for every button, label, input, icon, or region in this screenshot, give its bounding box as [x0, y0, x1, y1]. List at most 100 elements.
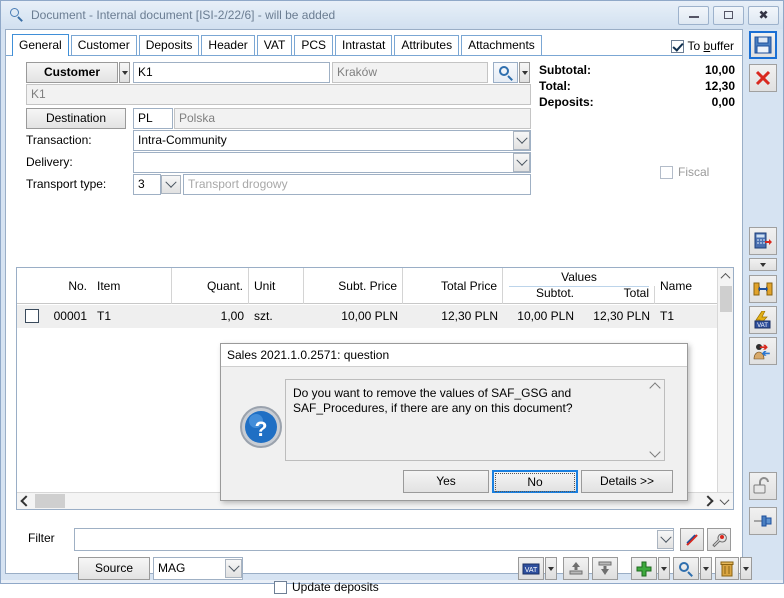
totals-panel: Subtotal: 10,00 Total: 12,30 Deposits: 0…	[539, 62, 735, 110]
chevron-down-icon	[121, 70, 128, 75]
tab-deposits[interactable]: Deposits	[138, 35, 200, 55]
transport-code-input[interactable]: 3	[133, 174, 161, 195]
export-button[interactable]	[563, 557, 589, 580]
update-deposits-checkbox[interactable]: Update deposits	[274, 580, 379, 594]
chevron-down-icon[interactable]	[649, 446, 661, 458]
grid-col-total-price[interactable]: Total Price	[403, 268, 503, 304]
destination-name-field: Polska	[174, 108, 531, 129]
delivery-select[interactable]	[133, 152, 531, 173]
export-up-icon	[569, 562, 583, 575]
customer-dropdown-button[interactable]	[119, 62, 130, 83]
delete-button[interactable]	[715, 557, 739, 580]
tab-intrastat[interactable]: Intrastat	[335, 35, 393, 55]
svg-text:?: ?	[255, 418, 268, 441]
fiscal-label: Fiscal	[678, 165, 710, 179]
right-toolbar: VAT	[745, 29, 783, 574]
grid-col-subt-price[interactable]: Subt. Price	[304, 268, 403, 304]
filter-builder-button[interactable]	[707, 528, 731, 551]
vertical-scroll-thumb[interactable]	[720, 286, 732, 312]
grid-col-item[interactable]: Item	[92, 268, 172, 304]
customer-button[interactable]: Customer	[26, 62, 118, 83]
chevron-up-icon[interactable]	[649, 382, 661, 394]
cell-no: 00001	[53, 309, 87, 323]
transport-name-field: Transport drogowy	[183, 174, 531, 195]
dialog-yes-button[interactable]: Yes	[403, 470, 489, 493]
document-window: Document - Internal document [ISI-2/22/6…	[0, 0, 784, 594]
tab-attachments[interactable]: Attachments	[461, 35, 542, 55]
calculate-button[interactable]	[749, 227, 777, 255]
destination-button[interactable]: Destination	[26, 108, 126, 129]
customer-city-field: Kraków	[332, 62, 488, 83]
package-transfer-icon	[753, 282, 773, 296]
tab-general[interactable]: General	[12, 34, 69, 56]
title-bar: Document - Internal document [ISI-2/22/6…	[1, 1, 783, 29]
source-button[interactable]: Source	[78, 557, 150, 580]
delivery-dropdown-arrow[interactable]	[513, 153, 530, 172]
grid-col-val-subtot[interactable]: Subtot.	[503, 286, 579, 304]
scroll-left-button[interactable]	[17, 493, 34, 509]
subtotal-label: Subtotal:	[539, 63, 591, 77]
customer-search-button[interactable]	[493, 62, 518, 83]
import-down-icon	[598, 561, 612, 575]
dialog-details-button[interactable]: Details >>	[581, 470, 673, 493]
vat-dropdown-button[interactable]	[545, 557, 557, 580]
cell-subt-price: 10,00 PLN	[341, 309, 398, 323]
preview-button[interactable]	[673, 557, 699, 580]
clear-filter-button[interactable]	[680, 528, 704, 551]
tab-customer[interactable]: Customer	[70, 35, 137, 55]
horizontal-scroll-thumb[interactable]	[35, 494, 65, 508]
import-button[interactable]	[592, 557, 618, 580]
fiscal-checkbox-box	[660, 165, 673, 179]
customer-relations-button[interactable]	[749, 337, 777, 365]
source-dropdown-arrow[interactable]	[225, 559, 242, 578]
pin-button[interactable]	[749, 507, 777, 535]
transaction-select[interactable]: Intra-Community	[133, 130, 531, 151]
grid-col-name[interactable]: Name	[655, 268, 723, 304]
tab-attributes[interactable]: Attributes	[394, 35, 460, 55]
close-button[interactable]: ✖	[748, 5, 779, 25]
filter-input[interactable]	[74, 528, 674, 551]
pin-icon	[754, 515, 772, 527]
maximize-button[interactable]	[713, 5, 744, 25]
filter-dropdown-arrow[interactable]	[657, 530, 674, 549]
package-button[interactable]	[749, 275, 777, 303]
grid-vertical-scrollbar[interactable]	[717, 268, 733, 492]
save-button[interactable]	[749, 31, 777, 59]
transaction-dropdown-arrow[interactable]	[513, 131, 530, 150]
table-row[interactable]: 00001 T1 1,00 szt. 10,00 PLN 12,30 PLN 1…	[17, 305, 717, 328]
update-deposits-label: Update deposits	[292, 580, 379, 594]
tab-pcs[interactable]: PCS	[294, 35, 334, 55]
scroll-down-button[interactable]	[716, 493, 733, 509]
tab-vat[interactable]: VAT	[256, 35, 293, 55]
preview-dropdown-button[interactable]	[700, 557, 712, 580]
vat-button[interactable]: VAT	[518, 557, 544, 580]
search-icon	[498, 65, 513, 81]
deposits-value: 0,00	[711, 95, 735, 109]
vat-correction-button[interactable]: VAT	[749, 306, 777, 334]
fiscal-checkbox[interactable]: Fiscal	[660, 165, 709, 179]
destination-code-input[interactable]: PL	[133, 108, 173, 129]
grid-col-no[interactable]: No.	[17, 268, 92, 304]
dialog-no-button[interactable]: No	[492, 470, 578, 493]
to-buffer-checkbox[interactable]: To buffer	[670, 39, 734, 53]
transport-dropdown-arrow[interactable]	[161, 175, 181, 194]
grid-col-unit[interactable]: Unit	[249, 268, 304, 304]
calculate-dropdown-button[interactable]	[749, 258, 777, 271]
cancel-button[interactable]	[749, 64, 777, 92]
grid-col-val-total[interactable]: Total	[579, 286, 655, 304]
customer-search-dropdown[interactable]	[519, 62, 530, 83]
grid-col-quant[interactable]: Quant.	[172, 268, 249, 304]
minimize-button[interactable]	[678, 5, 709, 25]
add-dropdown-button[interactable]	[658, 557, 670, 580]
scroll-right-button[interactable]	[699, 493, 716, 509]
add-button[interactable]	[631, 557, 657, 580]
person-arrows-icon	[753, 344, 770, 360]
customer-code-input[interactable]: K1	[133, 62, 330, 83]
tab-header[interactable]: Header	[201, 35, 255, 55]
dialog-message-scrollbar[interactable]	[647, 381, 663, 459]
unlock-button[interactable]	[749, 472, 777, 500]
scroll-up-button[interactable]	[718, 268, 733, 284]
chevron-down-icon	[227, 560, 240, 572]
window-body: General Customer Deposits Header VAT PCS…	[1, 29, 783, 594]
bottom-panel: Filter Source MAG Update deposits VAT	[16, 526, 752, 598]
